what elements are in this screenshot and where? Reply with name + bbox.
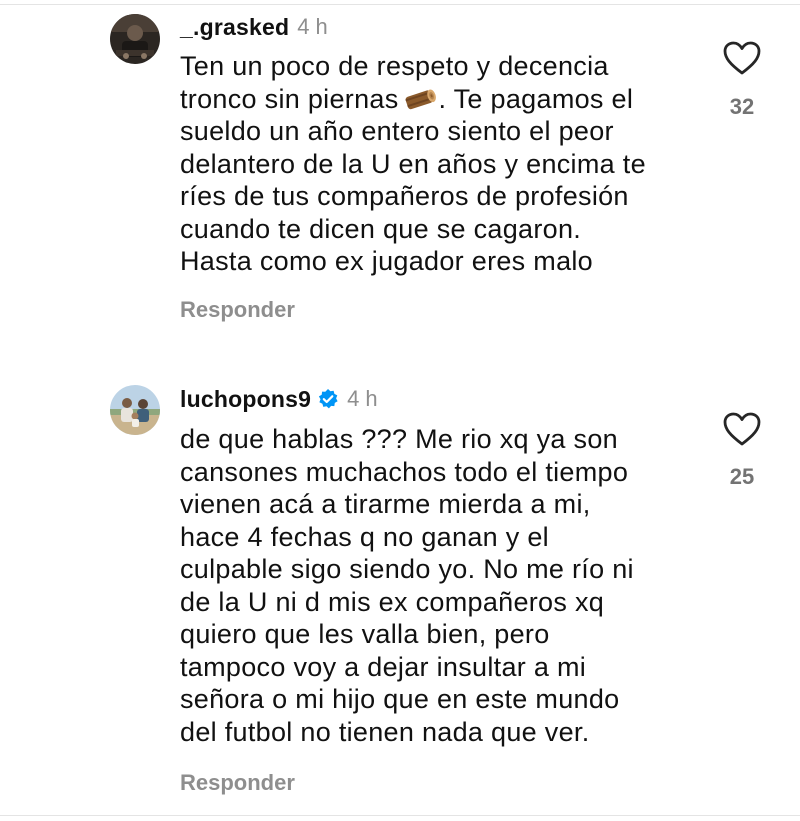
comment-line: del futbol no tienen nada que ver.: [180, 716, 590, 747]
comment-header: _.grasked 4 h: [180, 12, 328, 42]
verified-badge-icon: [317, 388, 339, 410]
bottom-divider: [0, 815, 800, 816]
top-divider: [0, 4, 800, 5]
username[interactable]: luchopons9: [180, 386, 311, 413]
comment-line: vienen acá a tirarme mierda a mi,: [180, 489, 591, 519]
comment-line: quiero que les valla bien, pero: [180, 619, 550, 649]
comment-line: cansones muchachos todo el tiempo: [180, 456, 629, 487]
comment-line: Hasta como ex jugador eres malo: [180, 246, 593, 276]
comment-line-part: . Te pagamos el: [438, 83, 634, 114]
wood-log-emoji: [403, 86, 437, 112]
avatar[interactable]: [110, 14, 160, 64]
comment-line: cuando te dicen que se cagaron.: [180, 213, 582, 244]
timestamp: 4 h: [297, 14, 328, 39]
heart-icon[interactable]: [722, 40, 762, 76]
like-count: 25: [729, 464, 755, 489]
comment-line: de que hablas ??? Me rio xq ya son: [180, 424, 618, 454]
like-count: 32: [729, 94, 755, 119]
comment-line: ríes de tus compañeros de profesión: [180, 181, 629, 211]
heart-icon[interactable]: [722, 411, 762, 447]
timestamp: 4 h: [347, 386, 378, 411]
comment-line: tronco sin piernas . Te pagamos el: [180, 83, 700, 116]
comment-line: de la U ni d mis ex compañeros xq: [180, 586, 605, 617]
reply-button[interactable]: Responder: [180, 770, 295, 796]
comment-line: culpable sigo siendo yo. No me río ni: [180, 554, 634, 584]
comment-line: tampoco voy a dejar insultar a mi: [180, 651, 587, 682]
comment-text: de que hablas ??? Me rio xq ya son canso…: [180, 423, 700, 748]
avatar[interactable]: [110, 385, 160, 435]
comment-line: Ten un poco de respeto y decencia: [180, 51, 609, 81]
comment-line: sueldo un año entero siento el peor: [180, 116, 614, 146]
comment-line: delantero de la U en años y encima te: [180, 148, 646, 179]
username[interactable]: _.grasked: [180, 14, 289, 41]
comment-text: Ten un poco de respeto y decencia tronco…: [180, 50, 700, 278]
comment-line: hace 4 fechas q no ganan y el: [180, 521, 549, 552]
comment-header: luchopons9 4 h: [180, 384, 378, 414]
reply-button[interactable]: Responder: [180, 297, 295, 323]
comment-line-part: tronco sin piernas: [180, 83, 399, 114]
comment-line: señora o mi hijo que en este mundo: [180, 684, 620, 714]
